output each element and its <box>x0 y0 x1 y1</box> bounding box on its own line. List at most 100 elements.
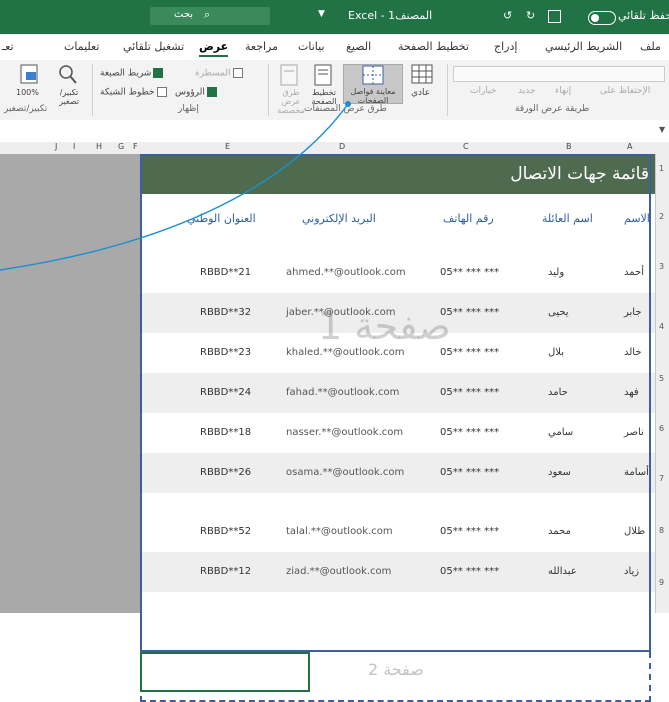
redo-icon[interactable]: ↻ <box>526 9 535 22</box>
tab-home[interactable]: الشريط الرئيسي <box>545 40 622 53</box>
separator <box>92 64 93 116</box>
ruler-check-icon <box>232 68 243 78</box>
table-cell-phone[interactable]: 05** *** *** <box>440 347 499 358</box>
column-header[interactable]: C <box>463 142 469 151</box>
column-header[interactable]: F <box>133 142 138 151</box>
table-cell-addr[interactable]: RBBD**26 <box>200 467 251 478</box>
table-cell-first[interactable]: ناصر <box>624 427 644 438</box>
sheet-view-options[interactable]: خيارات <box>470 86 496 96</box>
tab-review[interactable]: مراجعة <box>245 40 278 53</box>
row-header[interactable]: 6 <box>659 424 664 433</box>
column-header[interactable]: E <box>225 142 230 151</box>
table-cell-first[interactable]: زياد <box>624 566 639 577</box>
table-cell-phone[interactable]: 05** *** *** <box>440 427 499 438</box>
table-cell-phone[interactable]: 05** *** *** <box>440 566 499 577</box>
table-cell-email[interactable]: talal.**@outlook.com <box>286 526 393 537</box>
table-cell-last[interactable]: بلال <box>548 347 564 358</box>
save-icon[interactable] <box>548 10 561 23</box>
table-cell-email[interactable]: ziad.**@outlook.com <box>286 566 391 577</box>
gridlines-check-icon <box>156 87 167 97</box>
row-header[interactable]: 9 <box>659 578 664 587</box>
column-header[interactable]: I <box>73 142 75 151</box>
table-cell-addr[interactable]: RBBD**24 <box>200 387 251 398</box>
header-email: البريد الإلكتروني <box>302 212 376 225</box>
gridlines-checkbox[interactable]: خطوط الشبكة <box>100 87 167 98</box>
formula-expand-icon[interactable]: ▼ <box>659 125 665 134</box>
ruler-checkbox[interactable]: المسطرة <box>195 68 243 79</box>
table-cell-addr[interactable]: RBBD**12 <box>200 566 251 577</box>
table-cell-email[interactable]: nasser.**@outlook.com <box>286 427 403 438</box>
table-cell-first[interactable]: خالد <box>624 347 642 358</box>
column-header[interactable]: D <box>339 142 345 151</box>
table-cell-last[interactable]: يحيى <box>548 307 569 318</box>
table-cell-email[interactable]: ahmed.**@outlook.com <box>286 267 406 278</box>
zoom-100-button[interactable]: 100% <box>14 64 44 102</box>
dropdown-icon[interactable]: ▼ <box>318 9 325 19</box>
search-icon: ⌕ <box>204 8 211 21</box>
table-cell-last[interactable]: وليد <box>548 267 564 278</box>
table-cell-first[interactable]: فهد <box>624 387 639 398</box>
separator <box>447 64 448 116</box>
selected-cell[interactable] <box>140 652 310 692</box>
table-cell-email[interactable]: osama.**@outlook.com <box>286 467 404 478</box>
table-cell-phone[interactable]: 05** *** *** <box>440 526 499 537</box>
sheet-view-exit[interactable]: إنهاء <box>555 86 571 96</box>
table-cell-addr[interactable]: RBBD**52 <box>200 526 251 537</box>
normal-view-button[interactable]: عادي <box>409 64 435 102</box>
formula-bar[interactable]: ▼ <box>0 120 669 143</box>
table-cell-first[interactable]: أسامة <box>624 467 649 478</box>
column-header[interactable]: A <box>627 142 632 151</box>
table-cell-last[interactable]: سعود <box>548 467 571 478</box>
sheet-view-new[interactable]: جديد <box>518 86 536 96</box>
column-header[interactable]: G <box>118 142 124 151</box>
table-cell-addr[interactable]: RBBD**21 <box>200 267 251 278</box>
tab-page-layout[interactable]: تخطيط الصفحة <box>398 40 469 53</box>
page-layout-button[interactable]: تخطيط الصفحة <box>310 64 337 106</box>
tab-file[interactable]: ملف <box>640 40 661 53</box>
column-header[interactable]: B <box>566 142 572 151</box>
undo-icon[interactable]: ↺ <box>503 9 512 22</box>
row-header[interactable]: 3 <box>659 262 664 271</box>
table-cell-last[interactable]: محمد <box>548 526 571 537</box>
tab-automate[interactable]: تشغيل تلقائي <box>123 40 184 53</box>
search-box[interactable]: ⌕ بحث <box>150 7 270 25</box>
row-header[interactable]: 5 <box>659 374 664 383</box>
table-cell-phone[interactable]: 05** *** *** <box>440 267 499 278</box>
formula-bar-checkbox[interactable]: شريط الصيغة <box>100 68 164 79</box>
table-cell-addr[interactable]: RBBD**23 <box>200 347 251 358</box>
header-national-address: العنوان الوطني <box>187 212 256 225</box>
tab-help[interactable]: تعليمات <box>64 40 99 53</box>
tab-formulas[interactable]: الصيغ <box>346 40 371 53</box>
autosave-toggle[interactable] <box>588 11 616 25</box>
page-break-preview-button[interactable]: معاينة فواصل الصفحات <box>343 64 403 105</box>
tab-truncated[interactable]: تعـ <box>2 40 14 53</box>
table-cell-last[interactable]: سامي <box>548 427 573 438</box>
row-header[interactable]: 1 <box>659 164 664 173</box>
tab-insert[interactable]: إدراج <box>494 40 517 53</box>
tab-view[interactable]: عرض <box>199 40 229 57</box>
table-cell-email[interactable]: fahad.**@outlook.com <box>286 387 399 398</box>
column-header[interactable]: J <box>55 142 57 151</box>
table-cell-last[interactable]: عبدالله <box>548 566 577 577</box>
table-cell-first[interactable]: جابر <box>624 307 642 318</box>
table-cell-phone[interactable]: 05** *** *** <box>440 467 499 478</box>
sheet-view-dropdown[interactable] <box>453 66 665 82</box>
table-cell-addr[interactable]: RBBD**18 <box>200 427 251 438</box>
headings-checkbox[interactable]: الرؤوس <box>175 87 217 98</box>
row-header[interactable]: 4 <box>659 322 664 331</box>
row-header[interactable]: 8 <box>659 526 664 535</box>
table-cell-email[interactable]: khaled.**@outlook.com <box>286 347 404 358</box>
column-header[interactable]: H <box>96 142 102 151</box>
table-cell-last[interactable]: حامد <box>548 387 568 398</box>
custom-views-button[interactable]: طرق عرض مخصصة <box>276 64 305 115</box>
zoom-button[interactable]: تكبير/تصغير <box>50 64 86 106</box>
table-cell-phone[interactable]: 05** *** *** <box>440 387 499 398</box>
table-cell-first[interactable]: أحمد <box>624 267 644 278</box>
table-cell-first[interactable]: طلال <box>624 526 645 537</box>
row-header[interactable]: 7 <box>659 474 664 483</box>
tab-data[interactable]: بيانات <box>298 40 325 53</box>
row-header[interactable]: 2 <box>659 212 664 221</box>
sheet-view-keep[interactable]: الإحتفاظ على <box>600 86 650 96</box>
table-cell-addr[interactable]: RBBD**32 <box>200 307 251 318</box>
ruler-label: المسطرة <box>195 68 231 79</box>
